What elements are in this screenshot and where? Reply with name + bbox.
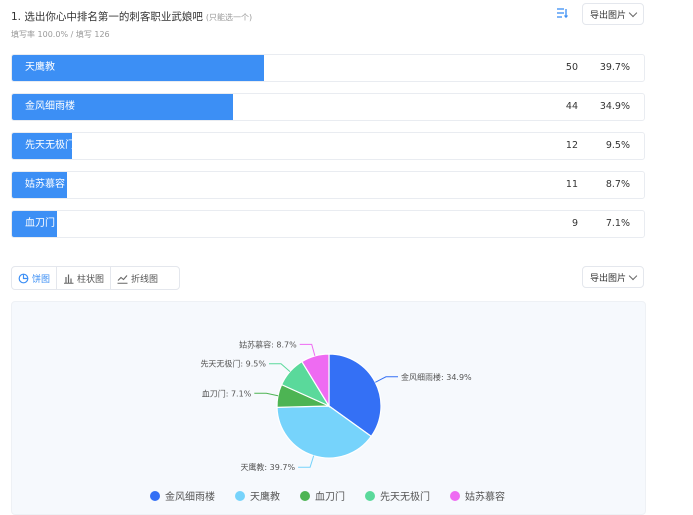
- pie-slice-label: 金风细雨楼: 34.9%: [401, 372, 472, 382]
- legend-swatch: [365, 490, 375, 501]
- pie-slice-label: 天鹰教: 39.7%: [240, 462, 295, 472]
- legend-label: 天鹰教: [250, 492, 280, 503]
- legend-label: 姑苏慕容: [465, 492, 505, 503]
- legend-item[interactable]: 姑苏慕容: [450, 488, 505, 503]
- legend-item[interactable]: 金风细雨楼: [150, 488, 215, 503]
- pie-chart: 金风细雨楼: 34.9% 天鹰教: 39.7% 血刀门: 7.1% 先天无极门: 9.…: [200, 339, 472, 472]
- pie-leader-line: [299, 343, 316, 357]
- legend-swatch: [150, 490, 160, 501]
- pie-slice-label: 先天无极门: 9.5%: [200, 359, 266, 369]
- chart-legend: 金风细雨楼 天鹰教 血刀门 先天无极门 姑苏慕容: [150, 488, 505, 503]
- pie-slice-label: 血刀门: 7.1%: [202, 388, 252, 398]
- legend-item[interactable]: 天鹰教: [235, 488, 280, 503]
- pie-leader-line: [298, 455, 315, 468]
- legend-swatch: [450, 490, 460, 501]
- pie-leader-line: [254, 392, 279, 397]
- pie-slice-label: 姑苏慕容: 8.7%: [239, 339, 297, 349]
- legend-label: 先天无极门: [380, 492, 430, 503]
- legend-swatch: [300, 490, 310, 501]
- pie-leader-line: [375, 376, 398, 383]
- legend-swatch: [235, 490, 245, 501]
- pie-leader-line: [269, 363, 291, 372]
- legend-label: 金风细雨楼: [165, 492, 215, 503]
- legend-label: 血刀门: [315, 492, 345, 503]
- legend-item[interactable]: 血刀门: [300, 488, 345, 503]
- legend-item[interactable]: 先天无极门: [365, 488, 430, 503]
